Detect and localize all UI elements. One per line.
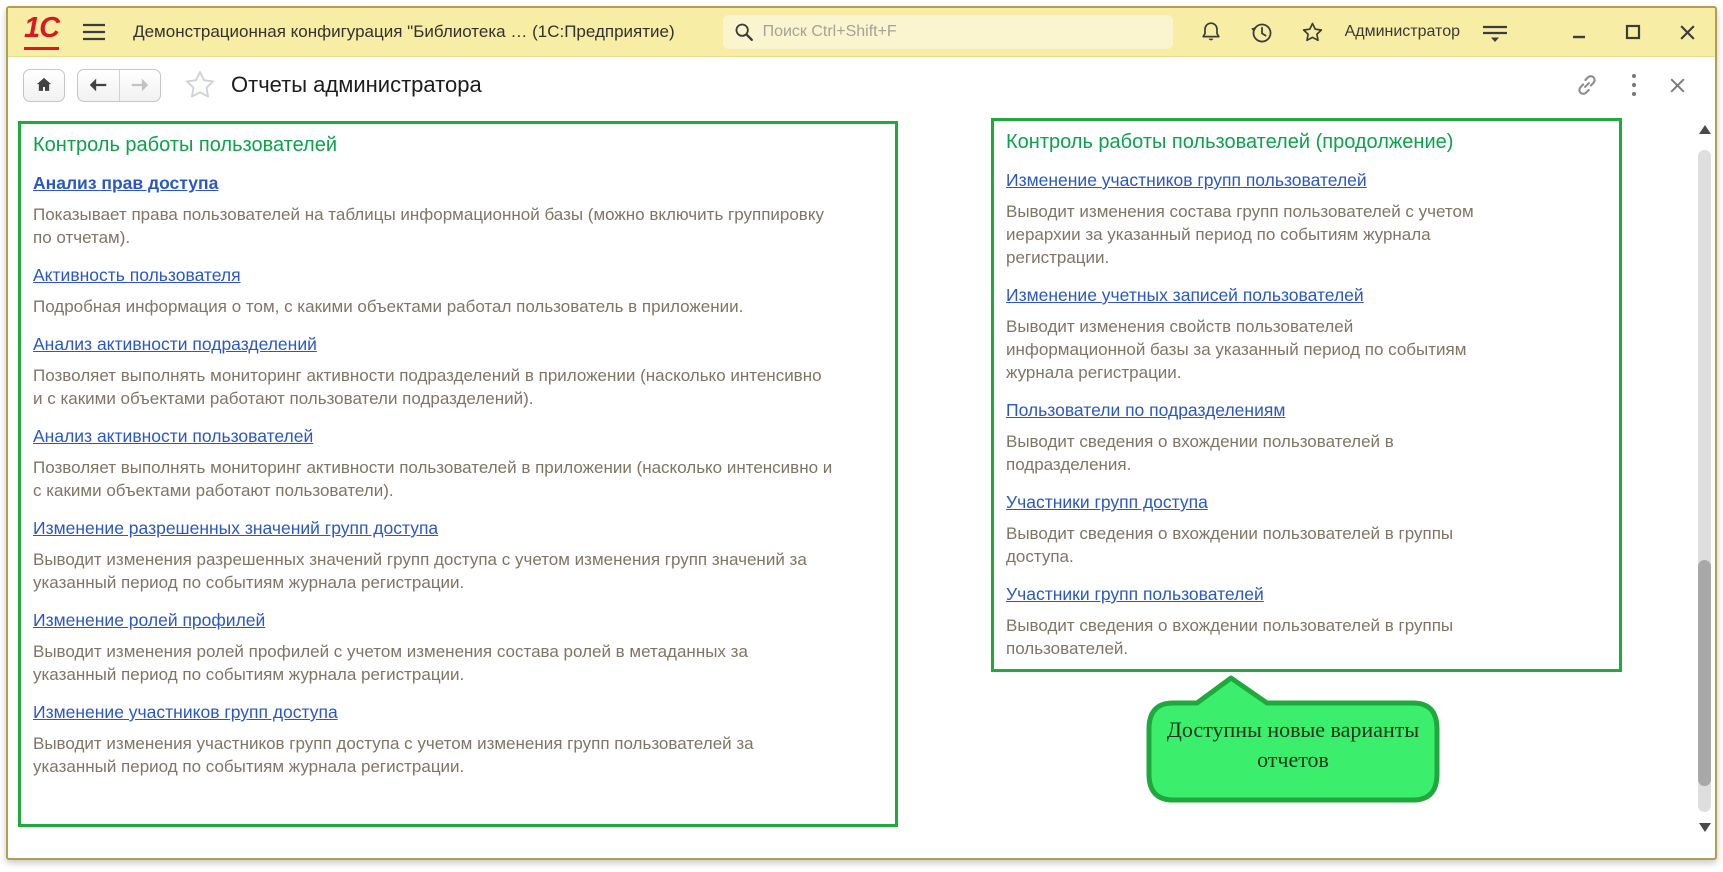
report-item: Анализ активности подразделений Позволяе… — [33, 333, 883, 410]
report-desc: Выводит изменения свойств пользователей … — [1006, 315, 1486, 384]
service-menu-icon[interactable] — [1480, 20, 1510, 44]
report-item: Изменение разрешенных значений групп дос… — [33, 517, 883, 594]
report-desc: Выводит изменения ролей профилей с учето… — [33, 640, 833, 686]
report-item: Участники групп пользователей Выводит св… — [1006, 583, 1607, 660]
report-link[interactable]: Участники групп пользователей — [1006, 583, 1264, 606]
reports-panel-right: Контроль работы пользователей (продолжен… — [991, 118, 1622, 672]
titlebar: 1С Демонстрационная конфигурация "Библио… — [8, 8, 1715, 57]
notifications-bell-icon[interactable] — [1199, 20, 1223, 44]
report-desc: Выводит изменения участников групп досту… — [33, 732, 833, 778]
report-link[interactable]: Участники групп доступа — [1006, 491, 1208, 514]
report-link[interactable]: Анализ активности пользователей — [33, 425, 313, 448]
report-item: Пользователи по подразделениям Выводит с… — [1006, 399, 1607, 476]
close-page-icon[interactable] — [1668, 76, 1687, 95]
forward-button[interactable] — [120, 70, 161, 101]
report-link[interactable]: Изменение учетных записей пользователей — [1006, 284, 1364, 307]
new-reports-callout: Доступны новые варианты отчетов — [1143, 673, 1443, 808]
report-desc: Позволяет выполнять мониторинг активност… — [33, 456, 833, 502]
report-link[interactable]: Изменение участников групп доступа — [33, 701, 338, 724]
close-icon[interactable] — [1678, 23, 1697, 42]
report-link[interactable]: Пользователи по подразделениям — [1006, 399, 1285, 422]
report-item: Изменение учетных записей пользователей … — [1006, 284, 1607, 384]
navigation-toolbar: Отчеты администратора — [8, 58, 1715, 112]
home-button[interactable] — [23, 69, 65, 102]
favorites-star-icon[interactable] — [1300, 20, 1325, 45]
report-desc: Подробная информация о том, с какими объ… — [33, 295, 833, 318]
report-link[interactable]: Изменение участников групп пользователей — [1006, 169, 1367, 192]
panel-heading: Контроль работы пользователей (продолжен… — [1006, 131, 1607, 154]
history-icon[interactable] — [1249, 20, 1274, 45]
kebab-menu-icon[interactable] — [1630, 72, 1638, 98]
report-item: Активность пользователя Подробная информ… — [33, 264, 883, 318]
app-title: Демонстрационная конфигурация "Библиотек… — [133, 22, 675, 42]
report-desc: Показывает права пользователей на таблиц… — [33, 203, 833, 249]
reports-panel-left: Контроль работы пользователей Анализ пра… — [18, 121, 898, 827]
nav-buttons — [77, 69, 161, 102]
report-desc: Выводит сведения о вхождении пользовател… — [1006, 522, 1486, 568]
report-link[interactable]: Анализ активности подразделений — [33, 333, 317, 356]
report-link[interactable]: Активность пользователя — [33, 264, 241, 287]
panel-heading: Контроль работы пользователей — [33, 134, 883, 157]
back-button[interactable] — [78, 70, 120, 101]
add-to-favorites-star-icon[interactable] — [183, 68, 217, 102]
home-icon — [34, 75, 54, 95]
report-list: Изменение участников групп пользователей… — [1006, 169, 1607, 660]
report-link[interactable]: Изменение разрешенных значений групп дос… — [33, 517, 438, 540]
current-user[interactable]: Администратор — [1345, 23, 1460, 41]
main-menu-icon[interactable] — [81, 21, 107, 43]
search-icon — [733, 21, 755, 43]
search-box[interactable] — [723, 15, 1173, 49]
maximize-icon[interactable] — [1624, 23, 1642, 41]
report-desc: Выводит сведения о вхождении пользовател… — [1006, 614, 1486, 660]
report-item: Анализ активности пользователей Позволяе… — [33, 425, 883, 502]
report-item: Участники групп доступа Выводит сведения… — [1006, 491, 1607, 568]
report-item: Анализ прав доступа Показывает права пол… — [33, 172, 883, 249]
report-item: Изменение ролей профилей Выводит изменен… — [33, 609, 883, 686]
report-link[interactable]: Анализ прав доступа — [33, 172, 218, 195]
search-input[interactable] — [763, 23, 1163, 41]
scrollbar-track[interactable] — [1698, 150, 1711, 812]
page-title: Отчеты администратора — [231, 72, 482, 98]
report-desc: Выводит сведения о вхождении пользовател… — [1006, 430, 1486, 476]
report-item: Изменение участников групп доступа Вывод… — [33, 701, 883, 778]
1c-logo: 1С — [24, 14, 59, 50]
report-item: Изменение участников групп пользователей… — [1006, 169, 1607, 269]
scroll-down-arrow-icon[interactable] — [1699, 823, 1711, 832]
link-icon[interactable] — [1574, 72, 1600, 98]
report-desc: Выводит изменения разрешенных значений г… — [33, 548, 833, 594]
minimize-icon[interactable] — [1570, 23, 1588, 41]
report-desc: Позволяет выполнять мониторинг активност… — [33, 364, 833, 410]
report-desc: Выводит изменения состава групп пользова… — [1006, 200, 1486, 269]
report-link[interactable]: Изменение ролей профилей — [33, 609, 265, 632]
app-window: 1С Демонстрационная конфигурация "Библио… — [6, 6, 1717, 860]
scroll-up-arrow-icon[interactable] — [1699, 125, 1711, 134]
scrollbar-thumb[interactable] — [1698, 560, 1711, 786]
report-list: Анализ прав доступа Показывает права пол… — [33, 172, 883, 778]
callout-text: Доступны новые варианты отчетов — [1143, 715, 1443, 775]
